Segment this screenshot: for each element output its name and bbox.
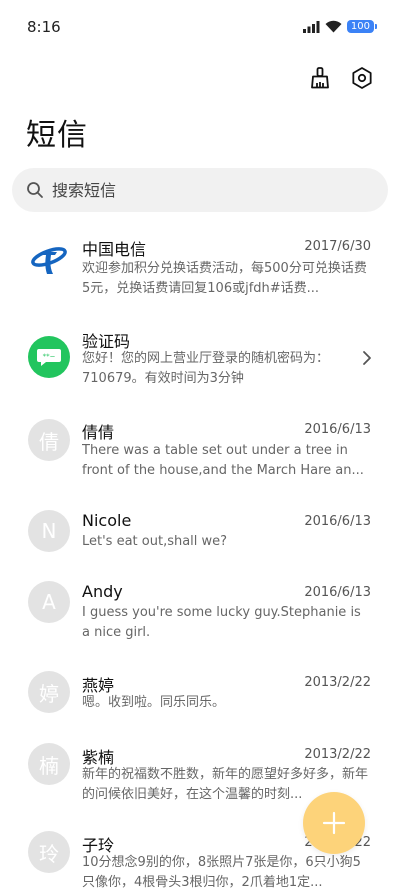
settings-button[interactable] xyxy=(348,64,376,92)
search-icon xyxy=(27,182,43,198)
china-telecom-logo-icon xyxy=(31,247,67,274)
search-input[interactable] xyxy=(52,180,352,200)
new-message-button[interactable] xyxy=(303,792,365,854)
message-sender: Nicole xyxy=(82,511,132,530)
message-date: 2017/6/30 xyxy=(304,239,371,254)
message-item[interactable]: **− 验证码 您好！您的网上营业厅登录的随机密码为：710679。有效时间为3… xyxy=(0,320,400,404)
message-preview: 10分想念9别的你，8张照片7张是你，6只小狗5只像你，4根骨头3根归你，2爪着… xyxy=(82,855,361,889)
avatar: **− xyxy=(28,336,70,378)
message-sender: 倩倩 xyxy=(82,423,115,442)
message-date: 2016/6/13 xyxy=(304,585,371,600)
message-date: 2013/2/22 xyxy=(304,675,371,690)
message-preview: There was a table set out under a tree i… xyxy=(82,443,364,478)
message-preview: 欢迎参加积分兑换话费活动，每500分可兑换话费5元，兑换话费请回复106或jfd… xyxy=(82,261,367,296)
message-preview: 您好！您的网上营业厅登录的随机密码为：710679。有效时间为3分钟 xyxy=(82,351,330,386)
message-date: 2016/6/13 xyxy=(304,422,371,437)
message-item[interactable]: 倩 倩倩 2016/6/13 There was a table set out… xyxy=(0,412,400,496)
svg-text:**−: **− xyxy=(43,353,56,361)
top-actions xyxy=(306,64,376,92)
clean-button[interactable] xyxy=(306,64,334,92)
avatar: 婷 xyxy=(28,671,70,713)
status-bar: 8:16 100 xyxy=(0,0,400,56)
plus-icon xyxy=(322,811,346,835)
message-date: 2016/6/13 xyxy=(304,514,371,529)
verification-code-icon: **− xyxy=(37,349,61,366)
search-bar[interactable] xyxy=(12,168,388,212)
message-preview: Let's eat out,shall we? xyxy=(82,534,228,549)
page-title: 短信 xyxy=(26,118,88,153)
avatar: N xyxy=(28,510,70,552)
chevron-right-icon xyxy=(363,351,371,365)
message-preview: 嗯。收到啦。同乐同乐。 xyxy=(82,695,226,710)
message-item[interactable]: 中国电信 2017/6/30 欢迎参加积分兑换话费活动，每500分可兑换话费5元… xyxy=(0,228,400,312)
status-time: 8:16 xyxy=(27,18,61,36)
broom-icon xyxy=(311,67,329,89)
wifi-icon xyxy=(325,20,342,33)
message-item[interactable]: A Andy 2016/6/13 I guess you're some luc… xyxy=(0,576,400,660)
message-sender: 中国电信 xyxy=(82,240,147,259)
signal-icon xyxy=(302,20,320,33)
avatar: 倩 xyxy=(28,419,70,461)
avatar: 玲 xyxy=(28,831,70,873)
avatar: A xyxy=(28,581,70,623)
battery-indicator: 100 xyxy=(346,20,378,33)
status-icons: 100 xyxy=(302,20,378,33)
message-date: 2013/2/22 xyxy=(304,747,371,762)
avatar: 楠 xyxy=(28,743,70,785)
message-sender: Andy xyxy=(82,582,123,601)
settings-icon xyxy=(352,67,372,89)
message-preview: I guess you're some lucky guy.Stephanie … xyxy=(82,605,361,640)
avatar xyxy=(28,238,70,280)
